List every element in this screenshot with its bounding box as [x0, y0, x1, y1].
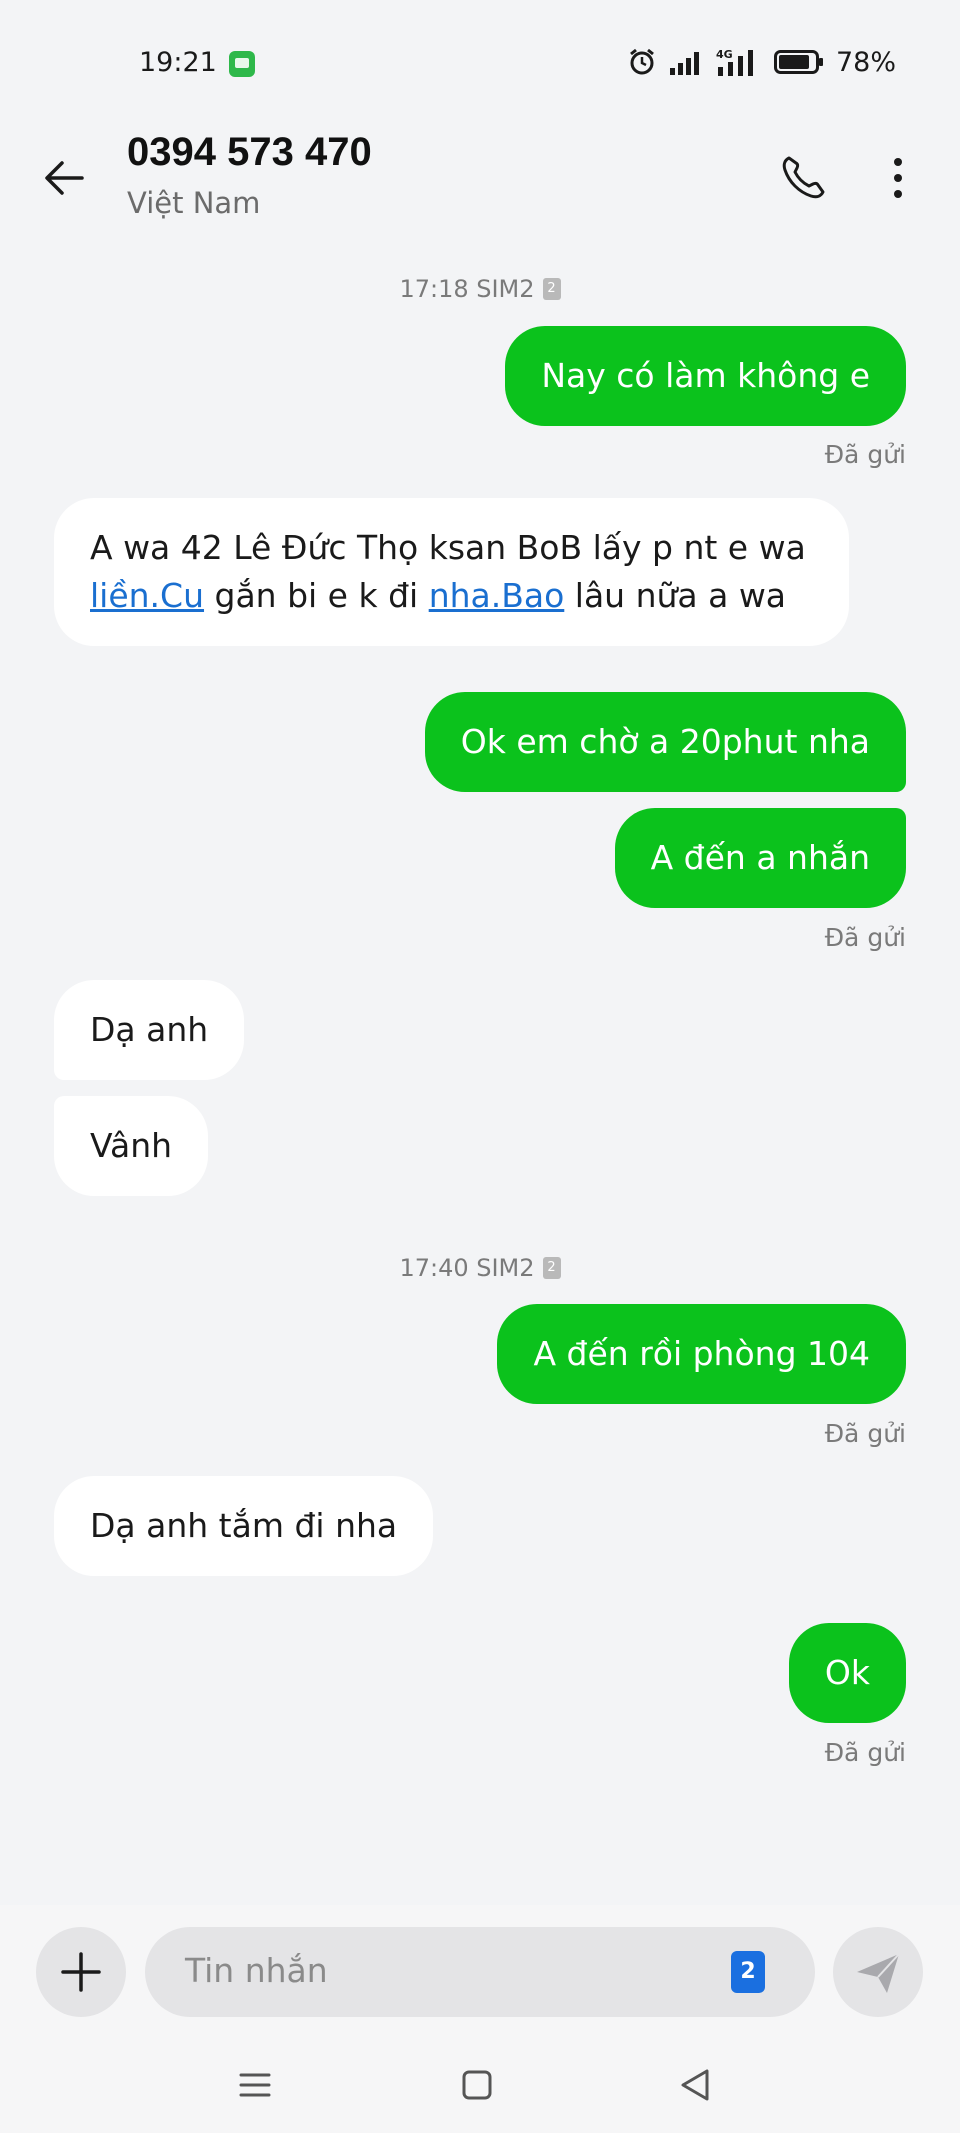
more-options-button[interactable]: [870, 150, 926, 206]
alarm-icon: [630, 48, 654, 75]
home-icon: [462, 2070, 492, 2100]
sent-status: Đã gửi: [824, 440, 906, 469]
contact-number: 0394 573 470: [127, 130, 372, 174]
send-icon: [857, 1953, 900, 1993]
message-text: A wa 42 Lê Đức Thọ ksan BoB lấy p nt e w…: [90, 528, 806, 567]
battery-percentage: 78%: [835, 46, 896, 78]
conversation-header: 0394 573 470 Việt Nam: [0, 120, 960, 250]
message-link[interactable]: nha.Bao: [429, 576, 565, 615]
system-navigation-bar: [0, 2035, 960, 2133]
outgoing-message[interactable]: Nay có làm không e: [505, 326, 906, 426]
input-placeholder: Tin nhắn: [185, 1951, 328, 1990]
status-bar: 19:21 4G 78%: [0, 0, 960, 120]
incoming-message[interactable]: Dạ anh: [54, 980, 245, 1080]
nav-back-button[interactable]: [673, 2063, 717, 2107]
sent-status: Đã gửi: [824, 1738, 906, 1767]
attach-button[interactable]: [36, 1927, 126, 2017]
message-composer: Tin nhắn 2: [0, 1905, 960, 2035]
message-link[interactable]: liền.Cu: [90, 576, 204, 615]
menu-icon: [239, 2073, 271, 2097]
call-button[interactable]: [775, 150, 831, 206]
more-vert-icon: [894, 158, 902, 198]
phone-icon: [782, 156, 825, 199]
sent-status: Đã gửi: [824, 923, 906, 952]
messages-notification-icon: [229, 51, 255, 77]
incoming-message[interactable]: A wa 42 Lê Đức Thọ ksan BoB lấy p nt e w…: [54, 498, 849, 646]
signal-icon: [669, 52, 699, 75]
svg-text:4G: 4G: [716, 48, 733, 61]
signal-4g-icon: 4G: [716, 48, 753, 76]
sim-badge: 2: [542, 278, 561, 300]
timestamp-text: 17:40 SIM2: [399, 1254, 535, 1282]
back-button[interactable]: [36, 150, 92, 206]
outgoing-message[interactable]: A đến a nhắn: [614, 808, 906, 908]
timestamp-divider: 17:40 SIM2 2: [0, 1254, 960, 1282]
incoming-message[interactable]: Dạ anh tắm đi nha: [54, 1476, 434, 1576]
timestamp-text: 17:18 SIM2: [399, 275, 535, 303]
back-nav-icon: [681, 2069, 709, 2101]
recents-button[interactable]: [233, 2063, 277, 2107]
message-input[interactable]: Tin nhắn 2: [145, 1927, 815, 2017]
battery-icon: [773, 50, 823, 74]
home-button[interactable]: [455, 2063, 499, 2107]
outgoing-message[interactable]: Ok em chờ a 20phut nha: [424, 692, 906, 792]
timestamp-divider: 17:18 SIM2 2: [0, 275, 960, 303]
message-text: lâu nữa a wa: [564, 576, 787, 615]
sim-selector[interactable]: 2: [731, 1951, 765, 1993]
status-indicators: 4G 78%: [628, 46, 896, 78]
outgoing-message[interactable]: Ok: [788, 1623, 906, 1723]
sent-status: Đã gửi: [824, 1419, 906, 1448]
incoming-message[interactable]: Vânh: [54, 1096, 209, 1196]
message-thread[interactable]: 17:18 SIM2 2 Nay có làm không e Đã gửi A…: [0, 250, 960, 1900]
contact-location: Việt Nam: [127, 186, 261, 220]
back-arrow-icon: [45, 161, 84, 195]
send-button[interactable]: [833, 1927, 923, 2017]
message-text: gắn bi e k đi: [204, 576, 429, 615]
plus-icon: [61, 1952, 101, 1992]
status-time: 19:21: [139, 47, 217, 78]
outgoing-message[interactable]: A đến rồi phòng 104: [497, 1304, 906, 1404]
sim-badge: 2: [542, 1257, 561, 1279]
